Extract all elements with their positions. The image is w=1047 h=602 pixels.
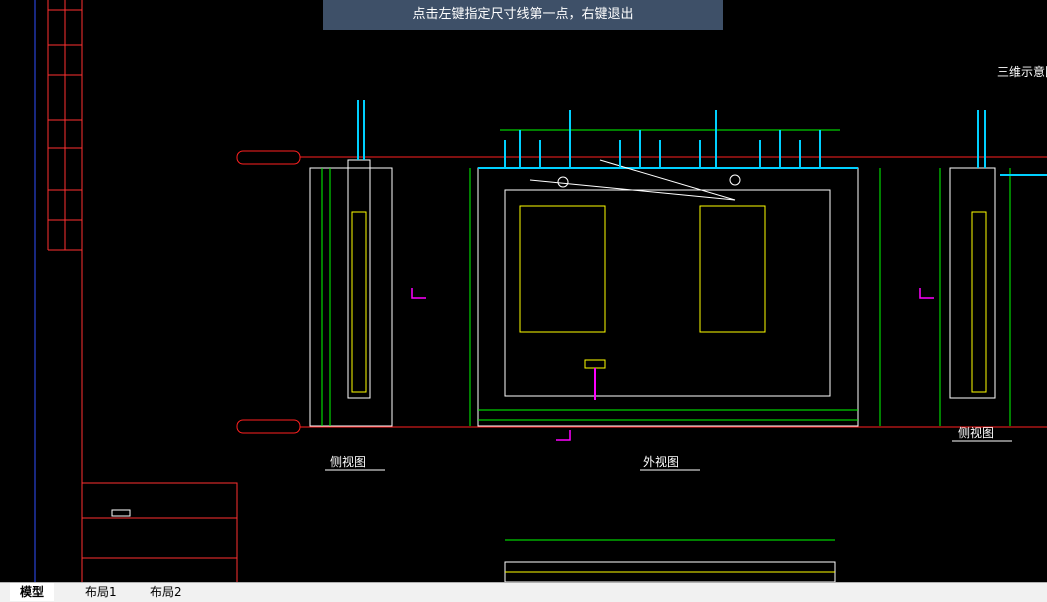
label-side-view-left: 侧视图: [330, 454, 366, 469]
outer-view: [469, 129, 881, 427]
label-side-view-right: 侧视图: [958, 425, 994, 440]
bottom-section: [504, 539, 836, 582]
left-side-view: [309, 100, 393, 427]
reference-lines: [236, 150, 1047, 434]
tab-model[interactable]: 模型: [10, 583, 55, 601]
label-outer-view: 外视图: [643, 454, 679, 469]
tab-layout-1[interactable]: 布局1: [75, 583, 127, 601]
drawing-canvas[interactable]: 三维示意图 侧视图 外视图 侧视图: [0, 0, 1047, 582]
title-block-strip: [34, 0, 83, 582]
legend-box: [81, 482, 238, 582]
section-markers: [411, 288, 934, 441]
cad-drawing: 三维示意图 侧视图 外视图 侧视图: [34, 0, 1047, 582]
command-prompt-tooltip: 点击左键指定尺寸线第一点，右键退出: [323, 0, 723, 30]
label-3d-view: 三维示意图: [997, 64, 1047, 79]
rebar-ticks: [504, 110, 821, 168]
tab-layout-2[interactable]: 布局2: [140, 583, 192, 601]
layout-tab-bar: 模型 布局1 布局2: [0, 582, 1047, 602]
